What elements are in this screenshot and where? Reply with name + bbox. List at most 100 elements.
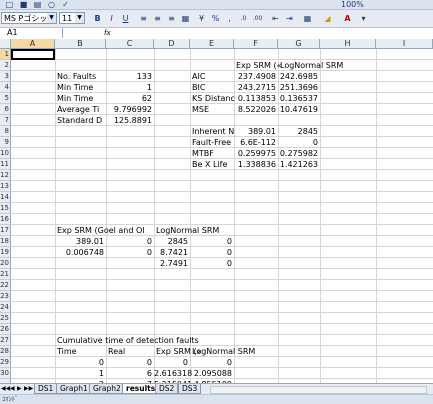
cell-c6[interactable]: 9.796992: [106, 104, 152, 115]
row-header-16[interactable]: 16: [0, 214, 11, 225]
cell-e28[interactable]: LogNormal SRM: [192, 346, 255, 357]
row-header-4[interactable]: 4: [0, 82, 11, 93]
row-header-10[interactable]: 10: [0, 148, 11, 159]
cell-c28[interactable]: Real: [108, 346, 125, 357]
row-header-14[interactable]: 14: [0, 192, 11, 203]
italic-button[interactable]: I: [104, 11, 119, 26]
font-color-icon[interactable]: A: [340, 11, 355, 26]
cell-d19[interactable]: 8.7421: [154, 247, 188, 258]
cell-e4[interactable]: BIC: [192, 82, 205, 93]
cell-d29[interactable]: 0: [154, 357, 188, 368]
first-sheet-icon[interactable]: ◀◀: [1, 384, 10, 394]
decrease-indent-icon[interactable]: ⇤: [268, 11, 283, 26]
font-name-select[interactable]: MS Pゴシック ▼: [1, 12, 57, 24]
column-header-g[interactable]: G: [278, 39, 320, 49]
percent-button[interactable]: %: [208, 11, 223, 26]
cell-e5[interactable]: KS Distanc: [192, 93, 235, 104]
cell-e18[interactable]: 0: [190, 236, 232, 247]
bold-button[interactable]: B: [90, 11, 105, 26]
cell-e6[interactable]: MSE: [192, 104, 209, 115]
cell-g11[interactable]: 1.421263: [278, 159, 318, 170]
cell-b30[interactable]: 1: [55, 368, 104, 379]
cell-g2[interactable]: LogNormal SRM: [280, 60, 343, 71]
print-icon[interactable]: ▤: [30, 0, 45, 9]
horizontal-scrollbar[interactable]: [210, 386, 427, 394]
select-all-corner[interactable]: [0, 39, 11, 49]
cell-f5[interactable]: 0.113853: [234, 93, 276, 104]
prev-sheet-icon[interactable]: ◀: [10, 384, 15, 394]
merge-center-icon[interactable]: ▦: [178, 11, 193, 26]
cell-g5[interactable]: 0.136537: [278, 93, 318, 104]
row-header-24[interactable]: 24: [0, 302, 11, 313]
active-cell-a1[interactable]: [11, 49, 55, 60]
align-left-icon[interactable]: ≡: [136, 11, 151, 26]
decrease-decimal-icon[interactable]: .00: [250, 11, 265, 26]
cell-d20[interactable]: 2.7491: [154, 258, 188, 269]
cell-g3[interactable]: 242.6985: [278, 71, 318, 82]
row-header-17[interactable]: 17: [0, 225, 11, 236]
cell-c4[interactable]: 1: [106, 82, 152, 93]
increase-indent-icon[interactable]: ⇥: [282, 11, 297, 26]
row-header-23[interactable]: 23: [0, 291, 11, 302]
row-header-5[interactable]: 5: [0, 93, 11, 104]
cell-e30[interactable]: 2.095088: [190, 368, 232, 379]
cell-e11[interactable]: Be X Life: [192, 159, 227, 170]
cell-g4[interactable]: 251.3696: [278, 82, 318, 93]
font-size-select[interactable]: 11 ▼: [59, 12, 85, 24]
cell-b6[interactable]: Average Ti: [57, 104, 99, 115]
column-header-i[interactable]: I: [376, 39, 433, 49]
cell-b18[interactable]: 389.01: [55, 236, 104, 247]
row-header-21[interactable]: 21: [0, 269, 11, 280]
row-header-9[interactable]: 9: [0, 137, 11, 148]
cell-g10[interactable]: 0.275982: [278, 148, 318, 159]
row-header-6[interactable]: 6: [0, 104, 11, 115]
row-header-20[interactable]: 20: [0, 258, 11, 269]
align-right-icon[interactable]: ≡: [164, 11, 179, 26]
column-header-f[interactable]: F: [234, 39, 278, 49]
row-header-15[interactable]: 15: [0, 203, 11, 214]
row-header-12[interactable]: 12: [0, 170, 11, 181]
cell-c19[interactable]: 0: [106, 247, 152, 258]
cell-f6[interactable]: 8.522026: [234, 104, 276, 115]
cell-c18[interactable]: 0: [106, 236, 152, 247]
cell-c3[interactable]: 133: [106, 71, 152, 82]
cell-f9[interactable]: 6.6E-112: [234, 137, 276, 148]
column-header-e[interactable]: E: [190, 39, 234, 49]
sheet-tab-results[interactable]: results: [122, 384, 160, 394]
cell-e3[interactable]: AIC: [192, 71, 205, 82]
cell-e19[interactable]: 0: [190, 247, 232, 258]
cell-d17[interactable]: LogNormal SRM: [156, 225, 219, 236]
cell-g9[interactable]: 0: [278, 137, 318, 148]
cell-f11[interactable]: 1.338836: [234, 159, 276, 170]
sheet-tab-graph2[interactable]: Graph2: [89, 384, 125, 394]
cell-b17[interactable]: Exp SRM (Goel and Ol: [57, 225, 145, 236]
cell-c5[interactable]: 62: [106, 93, 152, 104]
column-header-h[interactable]: H: [320, 39, 376, 49]
sheet-tab-ds2[interactable]: DS2: [155, 384, 179, 394]
borders-icon[interactable]: ▦: [300, 11, 315, 26]
row-header-1[interactable]: 1: [0, 49, 11, 60]
cell-f10[interactable]: 0.259975: [234, 148, 276, 159]
row-header-2[interactable]: 2: [0, 60, 11, 71]
row-header-26[interactable]: 26: [0, 324, 11, 335]
last-sheet-icon[interactable]: ▶▶: [24, 384, 33, 394]
column-header-d[interactable]: D: [154, 39, 190, 49]
cell-e20[interactable]: 0: [190, 258, 232, 269]
increase-decimal-icon[interactable]: .0: [236, 11, 251, 26]
column-header-a[interactable]: A: [11, 39, 55, 49]
row-header-27[interactable]: 27: [0, 335, 11, 346]
fill-color-icon[interactable]: ◢: [320, 11, 335, 26]
worksheet-grid[interactable]: A B C D E F G H I 1 2 3 4 5 6 7 8 9 10 11 12 13 14 15 1…: [0, 39, 433, 383]
currency-icon[interactable]: ¥: [194, 11, 209, 26]
cell-b4[interactable]: Min Time: [57, 82, 93, 93]
row-header-7[interactable]: 7: [0, 115, 11, 126]
row-header-13[interactable]: 13: [0, 181, 11, 192]
open-icon[interactable]: □: [2, 0, 17, 9]
row-header-8[interactable]: 8: [0, 126, 11, 137]
cell-b27[interactable]: Cumulative time of detection faults: [57, 335, 199, 346]
cell-e10[interactable]: MTBF: [192, 148, 214, 159]
row-header-19[interactable]: 19: [0, 247, 11, 258]
chevron-down-icon[interactable]: ▾: [356, 11, 371, 26]
comma-button[interactable]: ,: [222, 11, 237, 26]
cell-b28[interactable]: Time: [57, 346, 77, 357]
